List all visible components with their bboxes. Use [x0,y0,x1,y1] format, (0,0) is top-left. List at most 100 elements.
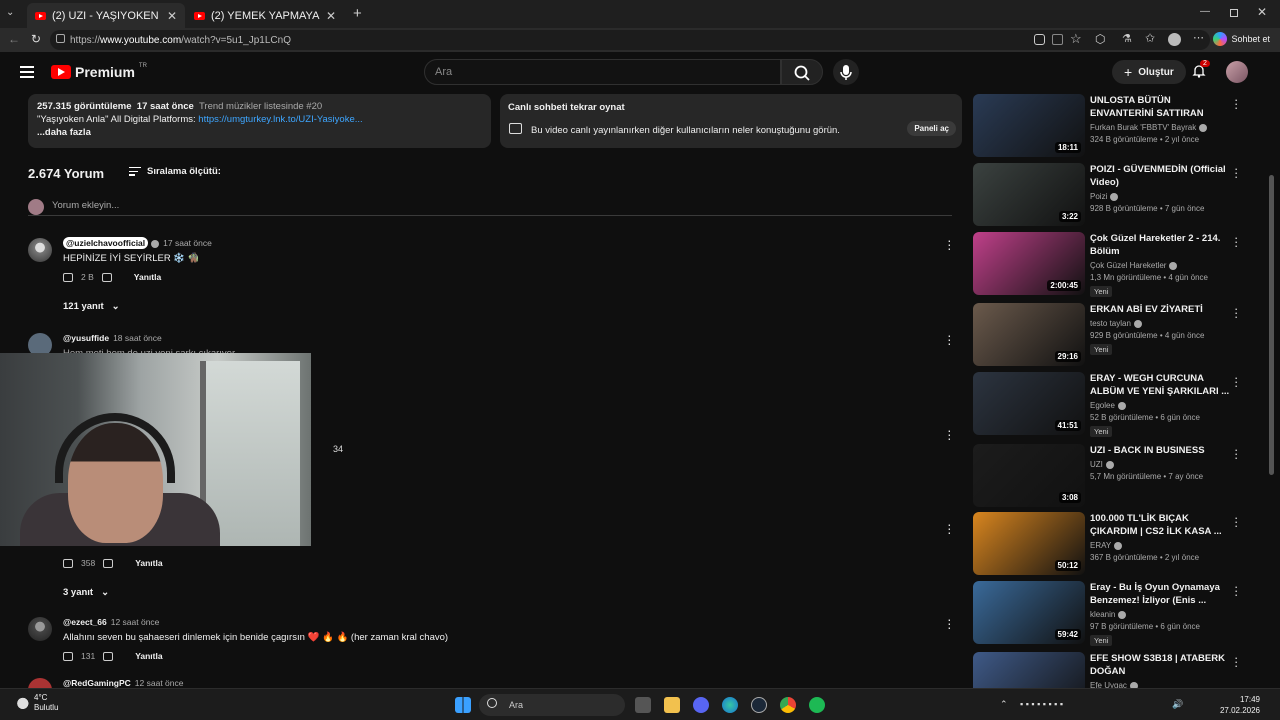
search-button[interactable] [781,59,823,85]
tray-chevron-icon[interactable]: ⌃ [1000,699,1008,710]
network-volume-icon[interactable]: 🔊 [1172,699,1183,710]
description-link[interactable]: https://umgturkey.lnk.to/UZI-Yasiyoke... [198,114,362,125]
video-channel[interactable]: Egolee [1090,401,1126,410]
discord-icon[interactable] [693,697,709,713]
site-info-icon[interactable] [56,34,65,43]
file-explorer-icon[interactable] [664,697,680,713]
tab-active[interactable]: (2) UZI - YAŞIYOKEN ANLA - YouTube ✕ [27,3,185,28]
reply-button[interactable]: Yanıtla [135,558,162,568]
favorite-star-icon[interactable]: ☆ [1070,31,1082,47]
refresh-icon[interactable]: ↻ [31,32,41,46]
extensions-icon[interactable]: ⬡ [1095,32,1105,46]
apps-icon[interactable] [1052,34,1063,45]
dislike-icon[interactable] [101,272,112,282]
video-title[interactable]: Çok Güzel Hareketler 2 - 214. Bölüm [1090,232,1230,258]
create-button[interactable]: + Oluştur [1112,60,1186,84]
video-channel[interactable]: Furkan Burak 'FBBTV' Bayrak [1090,123,1208,132]
taskbar-search[interactable]: Ara [479,694,625,716]
close-tab-icon[interactable]: ✕ [326,9,336,23]
restore-icon[interactable] [1230,9,1238,17]
comment-author-avatar[interactable] [28,238,52,262]
video-title[interactable]: UZI - BACK IN BUSINESS [1090,444,1230,457]
sidebar-video-item[interactable]: 3:08 UZI - BACK IN BUSINESS UZI 5,7 Mn görü… [973,443,1263,508]
weather-widget[interactable]: 4°C Bulutlu [12,693,58,713]
open-panel-button[interactable]: Paneli aç [907,121,956,136]
comment-author[interactable]: @RedGamingPC [63,678,131,688]
show-more-link[interactable]: ...daha fazla [37,127,91,138]
task-view-icon[interactable] [635,697,651,713]
like-icon[interactable] [63,272,73,282]
video-title[interactable]: 100.000 TL'LİK BIÇAK ÇIKARDIM | CS2 İLK … [1090,512,1230,538]
clock[interactable]: 17:49 27.02.2026 [1220,694,1260,716]
comment-time[interactable]: 12 saat önce [111,617,160,627]
sort-button[interactable]: Sıralama ölçütü: [129,166,221,177]
video-menu-icon[interactable]: · · · [1234,371,1238,392]
tray-apps-icon[interactable]: ▪ ▪ ▪ ▪ ▪ ▪ ▪ ▪ [1020,699,1063,709]
sidebar-video-item[interactable]: 59:42 Eray - Bu İş Oyun Oynamaya Benzemez… [973,580,1263,646]
sidebar-video-item[interactable]: 2:00:45 Çok Güzel Hareketler 2 - 214. Böl… [973,231,1263,297]
video-channel[interactable]: Çok Güzel Hareketler [1090,261,1178,270]
video-description[interactable]: 257.315 görüntüleme 17 saat önce Trend m… [28,94,491,148]
dislike-icon[interactable] [103,558,114,568]
minimize-icon[interactable]: — [1200,6,1210,17]
reply-button[interactable]: Yanıtla [135,651,162,661]
comment-author-avatar[interactable] [28,678,52,688]
video-thumbnail[interactable]: 50:12 [973,512,1085,575]
video-thumbnail[interactable]: 3:08 [973,444,1085,507]
favorites-icon[interactable]: ✩ [1145,31,1155,45]
page-scrollbar[interactable] [1269,175,1274,475]
video-menu-icon[interactable]: · · · [1234,511,1238,532]
video-thumbnail[interactable]: 2:00:45 [973,232,1085,295]
comment-time[interactable]: 17 saat önce [163,238,212,248]
video-thumbnail[interactable]: 59:42 [973,581,1085,644]
profile-icon[interactable] [1168,33,1181,46]
copilot-chat-button[interactable]: Sohbet et [1213,32,1270,46]
tab-list-chevron-icon[interactable]: ⌄ [6,7,20,21]
close-tab-icon[interactable]: ✕ [167,9,177,23]
sidebar-video-item[interactable]: 50:12 100.000 TL'LİK BIÇAK ÇIKARDIM | CS2… [973,511,1263,576]
chrome-icon[interactable] [780,697,796,713]
back-icon[interactable]: ← [8,32,20,46]
new-tab-icon[interactable]: + [353,5,362,22]
video-menu-icon[interactable]: · · · [1234,651,1238,672]
steam-icon[interactable] [751,697,767,713]
spotify-icon[interactable] [809,697,825,713]
comment-menu-icon[interactable]: · · · [947,328,952,350]
comment-time[interactable]: 12 saat önce [135,678,184,688]
video-menu-icon[interactable]: · · · [1234,231,1238,252]
comment-menu-icon[interactable]: · · · [947,423,952,445]
video-menu-icon[interactable]: · · · [1234,162,1238,183]
sidebar-video-item[interactable]: 18:11 UNLOSTA BÜTÜN ENVANTERİNİ SATTIRAN … [973,93,1263,158]
comment-menu-icon[interactable]: · · · [947,233,952,255]
split-screen-icon[interactable]: ⚗ [1122,32,1132,45]
comment-author-avatar[interactable] [28,617,52,641]
like-icon[interactable] [63,651,73,661]
edge-icon[interactable] [722,697,738,713]
video-title[interactable]: POIZI - GÜVENMEDİN (Official Video) [1090,163,1230,189]
video-menu-icon[interactable]: · · · [1234,93,1238,114]
comment-author[interactable]: @ezect_66 [63,617,107,627]
translate-icon[interactable] [1034,34,1045,45]
comment-author[interactable]: @uzielchavoofficial [63,237,149,249]
replies-toggle[interactable]: 3 yanıt ⌄ [63,587,109,598]
hamburger-menu-icon[interactable] [20,66,34,78]
search-input[interactable]: Ara [424,59,781,85]
dislike-icon[interactable] [103,651,114,661]
video-thumbnail[interactable]: 18:11 [973,94,1085,157]
account-avatar[interactable] [1226,61,1248,83]
comment-time[interactable]: 18 saat önce [113,333,162,343]
replies-toggle[interactable]: 121 yanıt ⌄ [63,301,120,312]
video-title[interactable]: Eray - Bu İş Oyun Oynamaya Benzemez! İzl… [1090,581,1230,607]
video-thumbnail[interactable]: 3:22 [973,163,1085,226]
sidebar-video-item[interactable]: 3:22 POIZI - GÜVENMEDİN (Official Video) P… [973,162,1263,227]
comment-menu-icon[interactable]: · · · [947,612,952,634]
video-menu-icon[interactable]: · · · [1234,443,1238,464]
more-menu-icon[interactable]: ⋯ [1193,31,1204,44]
video-title[interactable]: ERAY - WEGH CURCUNA ALBÜM VE YENİ ŞARKIL… [1090,372,1230,398]
like-icon[interactable] [63,558,73,568]
reply-button[interactable]: Yanıtla [134,272,161,282]
windows-start-icon[interactable] [455,697,471,713]
video-menu-icon[interactable]: · · · [1234,580,1238,601]
close-window-icon[interactable]: ✕ [1257,5,1267,19]
comment-author[interactable]: @yusuffide [63,333,109,343]
